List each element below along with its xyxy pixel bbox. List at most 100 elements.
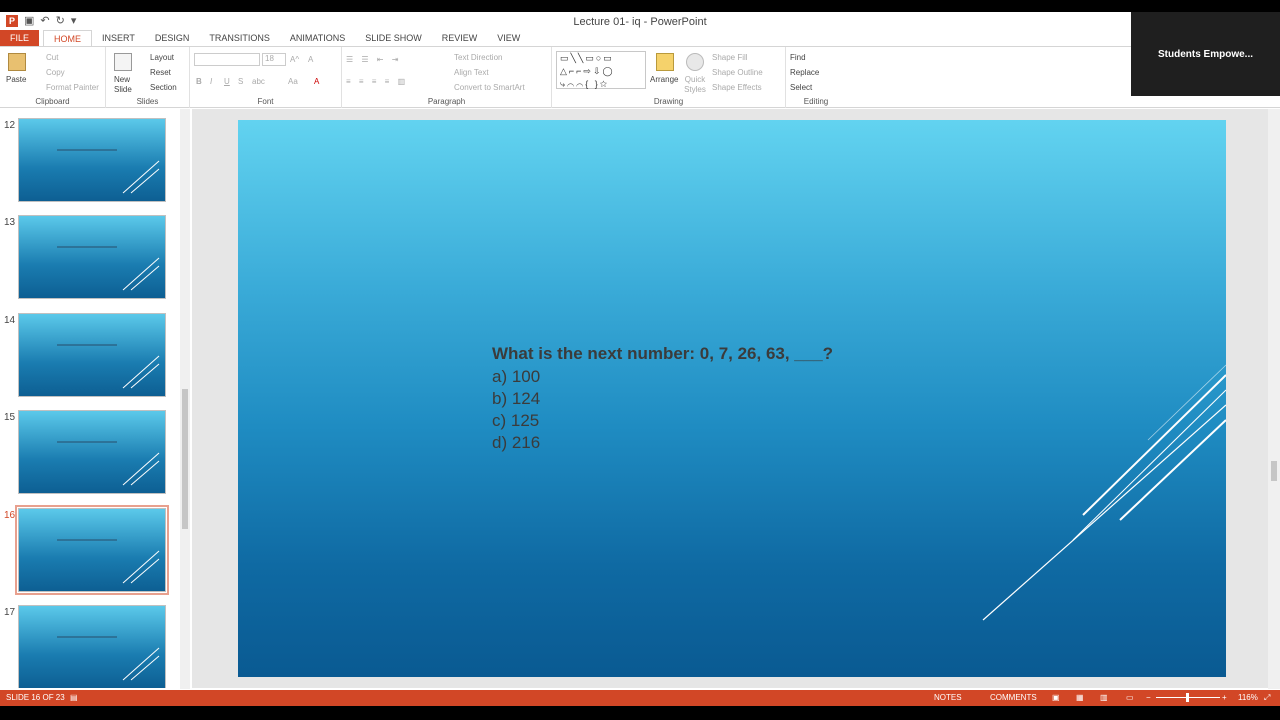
thumbnail-text-preview [57, 246, 117, 248]
normal-view-icon[interactable]: ▣ [1052, 693, 1060, 702]
ribbon: Paste Cut Copy Format Painter Clipboard … [0, 46, 1280, 108]
replace-button[interactable]: Replace [790, 68, 819, 77]
convert-smartart-button[interactable]: Convert to SmartArt [454, 83, 525, 92]
canvas-scrollbar[interactable] [1268, 109, 1280, 689]
reading-view-icon[interactable]: ▥ [1100, 693, 1108, 702]
current-slide[interactable]: What is the next number: 0, 7, 26, 63, _… [238, 120, 1226, 677]
slide-thumbnail[interactable] [18, 313, 166, 397]
section-button[interactable]: Section [150, 83, 177, 92]
notes-button[interactable]: NOTES [934, 693, 962, 702]
reset-button[interactable]: Reset [150, 68, 171, 77]
quick-styles-icon [686, 53, 704, 71]
question-text[interactable]: What is the next number: 0, 7, 26, 63, _… [492, 344, 833, 364]
bold-button[interactable]: B [196, 77, 202, 86]
zoom-out-button[interactable]: − [1146, 693, 1151, 702]
zoom-slider-thumb[interactable] [1186, 693, 1189, 702]
video-participant-tile[interactable]: Students Empowe... [1131, 12, 1280, 96]
clipboard-group: Paste Cut Copy Format Painter Clipboard [0, 47, 106, 108]
slides-label: Slides [136, 97, 159, 106]
slide-thumbnail[interactable] [18, 605, 166, 688]
find-button[interactable]: Find [790, 53, 806, 62]
align-icons[interactable]: ≡ ≡ ≡ ≡ ▥ [346, 77, 408, 86]
arrange-icon [656, 53, 674, 71]
clipboard-label: Clipboard [35, 97, 70, 106]
copy-button[interactable]: Copy [46, 68, 65, 77]
option-d[interactable]: d) 216 [492, 433, 540, 453]
tab-transitions[interactable]: TRANSITIONS [199, 30, 280, 46]
shadow-button[interactable]: S [238, 77, 243, 86]
tab-slide-show[interactable]: SLIDE SHOW [355, 30, 432, 46]
font-size-box[interactable]: 18 [262, 53, 286, 66]
clear-formatting-icon[interactable]: A [308, 55, 313, 64]
slide-thumbnail[interactable] [18, 118, 166, 202]
tab-review[interactable]: REVIEW [432, 30, 488, 46]
comments-button[interactable]: COMMENTS [990, 693, 1037, 702]
ribbon-tabs: FILE HOME INSERT DESIGN TRANSITIONS ANIM… [0, 30, 1280, 46]
format-painter-button[interactable]: Format Painter [46, 83, 99, 92]
powerpoint-window: P ▣ ↶ ↻ ▾ Lecture 01- iq - PowerPoint St… [0, 12, 1280, 706]
thumbnail-number: 15 [4, 412, 16, 423]
shapes-gallery[interactable]: ▭╲╲▭○▭ △⌐⌐⇨⇩◯ ⤷⌒⌒{ }☆ [556, 51, 646, 89]
thumbnail-row[interactable]: 13 [0, 215, 180, 307]
grow-font-icon[interactable]: A^ [290, 55, 299, 64]
slideshow-view-icon[interactable]: ▭ [1126, 693, 1134, 702]
paste-button[interactable]: Paste [6, 75, 26, 84]
quick-styles-button[interactable]: Quick Styles [682, 75, 708, 95]
shape-outline-button[interactable]: Shape Outline [712, 68, 763, 77]
tab-insert[interactable]: INSERT [92, 30, 145, 46]
thumbnail-text-preview [57, 344, 117, 346]
participant-name: Students Empowe... [1157, 48, 1253, 60]
decorative-lines-icon [982, 364, 1226, 621]
underline-button[interactable]: U [224, 77, 230, 86]
tab-file[interactable]: FILE [0, 30, 40, 46]
new-slide-button[interactable]: New Slide [114, 75, 138, 95]
new-slide-icon [114, 53, 132, 71]
tab-design[interactable]: DESIGN [145, 30, 200, 46]
option-a[interactable]: a) 100 [492, 367, 540, 387]
slide-thumbnail[interactable] [18, 215, 166, 299]
thumbnail-row[interactable]: 15 [0, 410, 180, 502]
option-b[interactable]: b) 124 [492, 389, 540, 409]
slide-thumbnail[interactable] [18, 410, 166, 494]
zoom-in-button[interactable]: + [1222, 693, 1227, 702]
thumbnail-scrollbar-thumb[interactable] [182, 389, 188, 529]
align-text-button[interactable]: Align Text [454, 68, 489, 77]
change-case-button[interactable]: Aa [288, 77, 298, 86]
tab-home[interactable]: HOME [43, 30, 93, 46]
list-icons[interactable]: ☰ ☰ ⇤ ⇥ [346, 55, 401, 64]
thumbnail-number: 16 [4, 510, 16, 521]
thumbnail-scrollbar[interactable] [180, 109, 190, 689]
thumbnail-row[interactable]: 12 [0, 118, 180, 210]
thumbnail-row[interactable]: 14 [0, 313, 180, 405]
thumbnail-row-selected[interactable]: 16 [0, 505, 180, 600]
window-title: Lecture 01- iq - PowerPoint [573, 16, 707, 28]
decorative-lines-icon [122, 647, 160, 681]
tab-animations[interactable]: ANIMATIONS [280, 30, 355, 46]
arrange-button[interactable]: Arrange [650, 75, 678, 84]
canvas-scrollbar-thumb[interactable] [1271, 461, 1277, 481]
spelling-icon[interactable]: ▤ [70, 693, 78, 702]
shape-effects-button[interactable]: Shape Effects [712, 83, 762, 92]
char-spacing-button[interactable]: abc [252, 77, 265, 86]
thumbnail-row[interactable]: 17 [0, 605, 180, 688]
font-color-icon[interactable]: A [314, 77, 319, 86]
slide-sorter-icon[interactable]: ▦ [1076, 693, 1084, 702]
cut-button[interactable]: Cut [46, 53, 58, 62]
slide-counter: SLIDE 16 OF 23 [6, 693, 65, 702]
zoom-level[interactable]: 116% [1238, 693, 1258, 702]
fit-slide-icon[interactable]: ⤢ [1264, 693, 1270, 703]
font-name-box[interactable] [194, 53, 260, 66]
shape-fill-button[interactable]: Shape Fill [712, 53, 748, 62]
select-button[interactable]: Select [790, 83, 812, 92]
editing-group: Find Replace Select Editing [786, 47, 846, 108]
text-direction-button[interactable]: Text Direction [454, 53, 502, 62]
option-c[interactable]: c) 125 [492, 411, 539, 431]
thumbnail-text-preview [57, 149, 117, 151]
tab-view[interactable]: VIEW [487, 30, 530, 46]
layout-button[interactable]: Layout [150, 53, 174, 62]
title-bar: P ▣ ↶ ↻ ▾ Lecture 01- iq - PowerPoint [0, 12, 1280, 30]
slide-thumbnail-selected[interactable] [15, 505, 169, 595]
decorative-lines-icon [122, 257, 160, 291]
italic-button[interactable]: I [210, 77, 212, 86]
paragraph-label: Paragraph [427, 97, 466, 106]
